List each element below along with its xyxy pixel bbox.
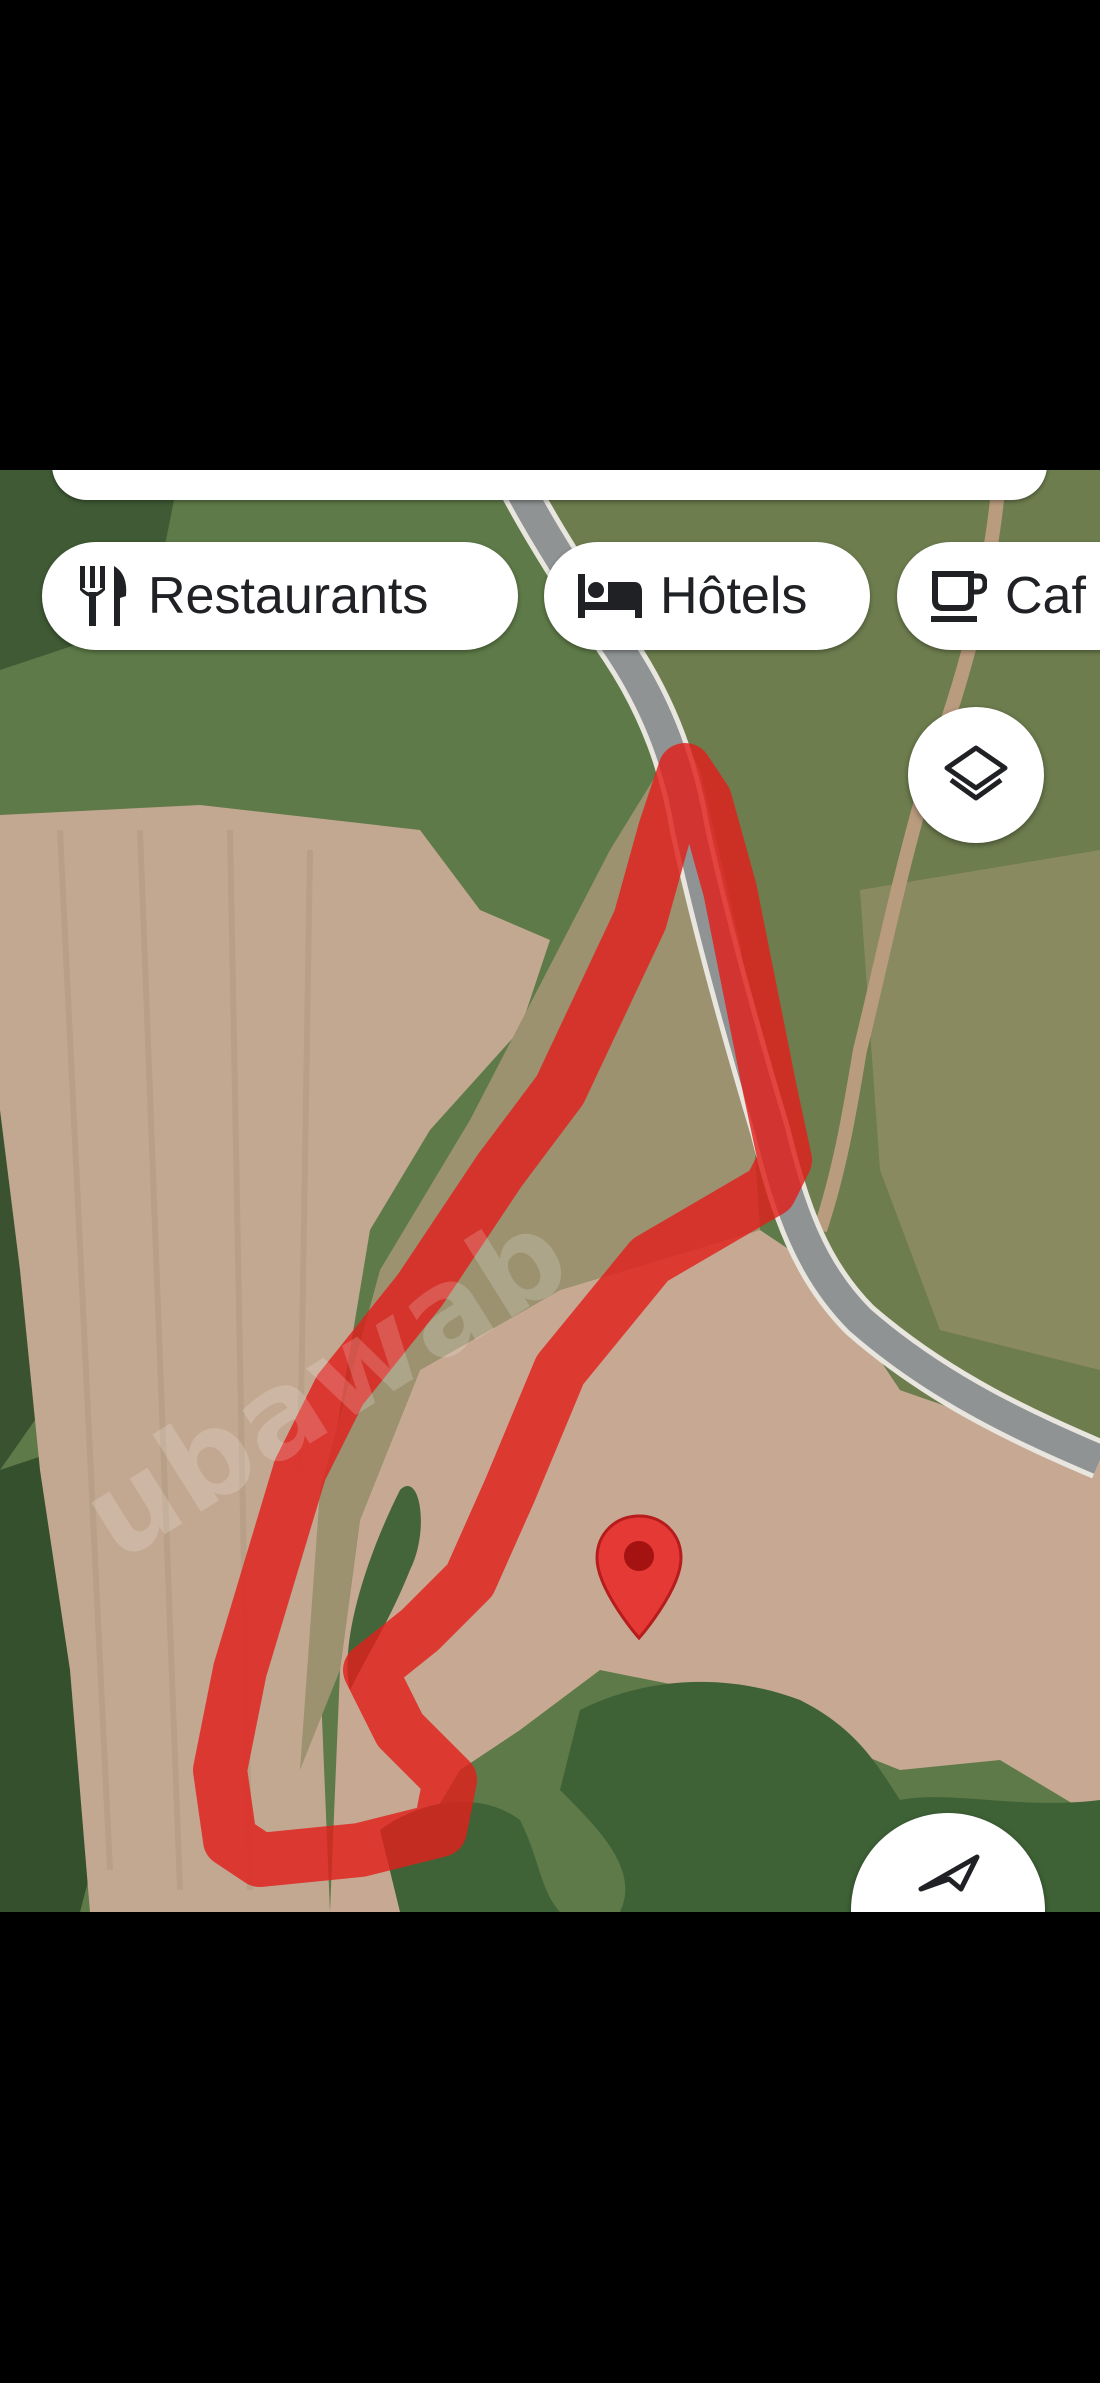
chip-cafes[interactable]: Caf: [897, 542, 1100, 650]
category-chips: Restaurants Hôtels Caf: [42, 542, 1100, 652]
satellite-map: [0, 470, 1100, 1912]
map-view[interactable]: ubawab Restaurants Hôtels Caf: [0, 470, 1100, 1912]
cafe-icon: [931, 570, 987, 622]
chip-hotels[interactable]: Hôtels: [544, 542, 870, 650]
restaurant-icon: [76, 566, 130, 626]
chip-restaurants[interactable]: Restaurants: [42, 542, 518, 650]
chip-restaurants-label: Restaurants: [148, 567, 429, 625]
search-bar[interactable]: [52, 470, 1047, 500]
chip-cafes-label: Caf: [1005, 567, 1086, 625]
hotel-icon: [578, 574, 642, 618]
chip-hotels-label: Hôtels: [660, 567, 808, 625]
map-pin-icon[interactable]: [593, 1512, 685, 1647]
layers-button[interactable]: [908, 707, 1044, 843]
layers-icon: [943, 744, 1009, 806]
